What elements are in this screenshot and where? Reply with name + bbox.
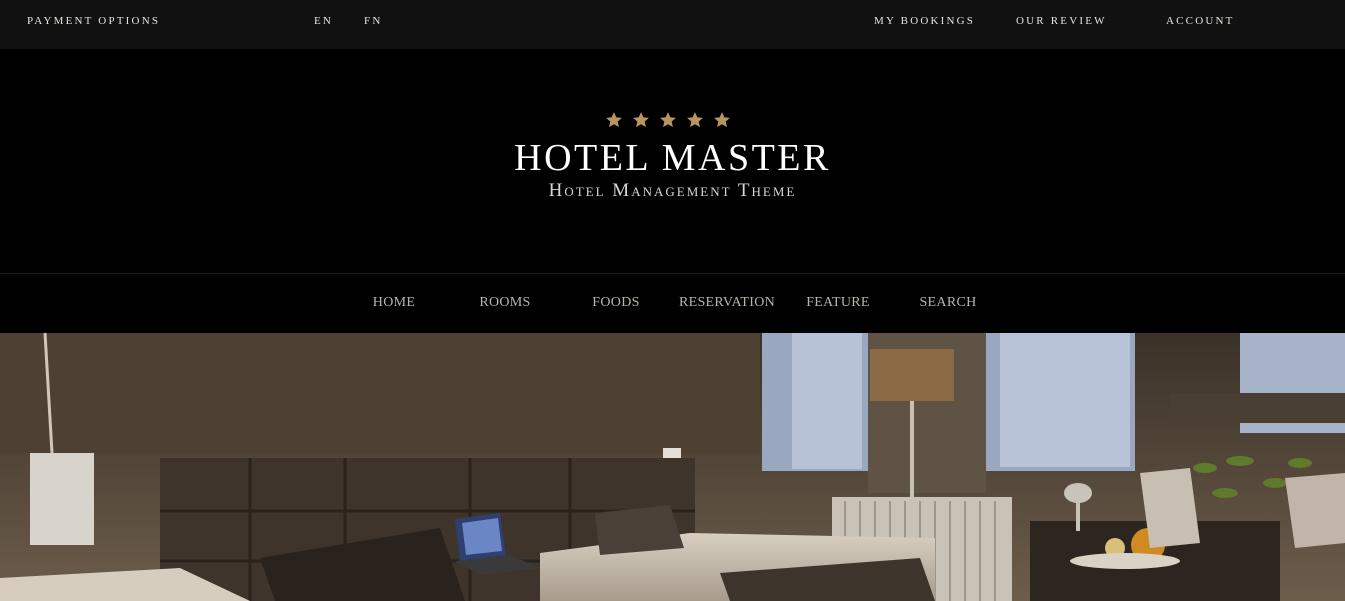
language-fn-link[interactable]: FN <box>364 15 382 27</box>
nav-item-feature[interactable]: FEATURE <box>783 295 893 311</box>
hotel-room-photo <box>0 333 1345 601</box>
brand-header: HOTEL MASTER Hotel Management Theme <box>0 49 1345 273</box>
main-navigation: HOME ROOMS FOODS RESERVATION FEATURE SEA… <box>0 273 1345 334</box>
top-bar: PAYMENT OPTIONS EN FN MY BOOKINGS OUR RE… <box>0 0 1345 49</box>
nav-item-foods[interactable]: FOODS <box>561 295 671 311</box>
account-link[interactable]: ACCOUNT <box>1166 15 1235 27</box>
my-bookings-link[interactable]: MY BOOKINGS <box>874 15 975 27</box>
nav-item-reservation[interactable]: RESERVATION <box>672 295 782 311</box>
star-icon <box>714 112 730 128</box>
nav-item-rooms[interactable]: ROOMS <box>450 295 560 311</box>
site-title[interactable]: HOTEL MASTER <box>0 136 1345 180</box>
star-icon <box>606 112 622 128</box>
star-icon <box>660 112 676 128</box>
nav-item-search[interactable]: SEARCH <box>893 295 1003 311</box>
our-review-link[interactable]: OUR REVIEW <box>1016 15 1107 27</box>
star-icon <box>633 112 649 128</box>
language-en-link[interactable]: EN <box>314 15 333 27</box>
hero-image <box>0 333 1345 601</box>
star-icon <box>687 112 703 128</box>
payment-options-link[interactable]: PAYMENT OPTIONS <box>27 15 160 27</box>
star-rating <box>0 111 1345 129</box>
nav-item-home[interactable]: HOME <box>339 295 449 311</box>
site-tagline: Hotel Management Theme <box>548 180 797 201</box>
